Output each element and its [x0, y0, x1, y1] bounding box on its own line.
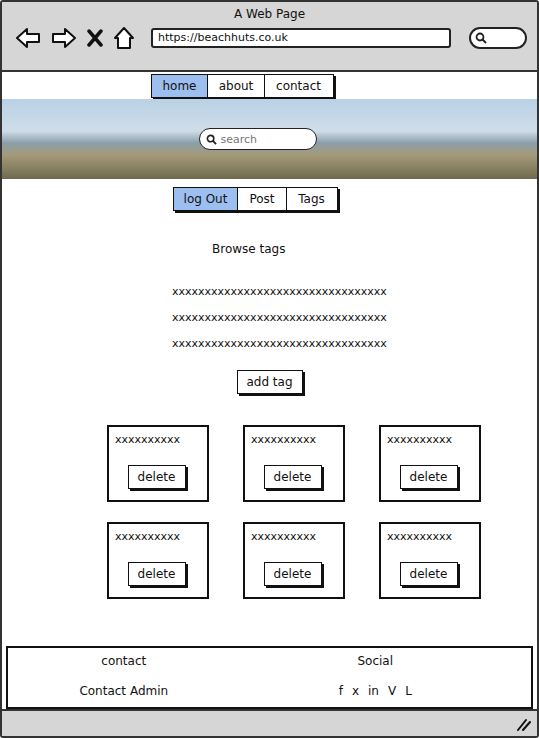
- search-icon: [475, 32, 487, 44]
- action-button[interactable]: log Out: [173, 187, 239, 211]
- search-placeholder: search: [221, 133, 258, 146]
- browser-search-field[interactable]: [469, 27, 527, 49]
- tag-name: xxxxxxxxxx: [387, 433, 473, 447]
- tag-grid: xxxxxxxxxxdeletexxxxxxxxxxdeletexxxxxxxx…: [107, 425, 537, 599]
- footer-heading: contact: [101, 653, 146, 669]
- nav-tab[interactable]: home: [151, 74, 209, 98]
- tag-name: xxxxxxxxxx: [115, 433, 201, 447]
- browser-window: A Web Page https://beachhuts.co.uk homeabo…: [0, 0, 539, 738]
- page-content: homeaboutcontact search log OutPostTags Bro…: [2, 72, 537, 646]
- tag-name: xxxxxxxxxx: [251, 433, 337, 447]
- delete-button[interactable]: delete: [128, 465, 186, 489]
- tag-text-line: xxxxxxxxxxxxxxxxxxxxxxxxxxxxxxxxx: [172, 310, 537, 326]
- nav-tab[interactable]: contact: [264, 74, 334, 98]
- window-title: A Web Page: [2, 2, 537, 22]
- footer: contact Contact Admin Socialfxin VL: [6, 646, 533, 709]
- nav-tab[interactable]: about: [207, 74, 265, 98]
- add-tag-row: add tag: [238, 370, 537, 394]
- action-button[interactable]: Tags: [286, 187, 338, 211]
- back-arrow-icon[interactable]: [15, 26, 41, 50]
- nav-tabs: homeaboutcontact: [152, 74, 537, 98]
- tag-card: xxxxxxxxxx delete: [379, 425, 481, 502]
- tag-name: xxxxxxxxxx: [387, 530, 473, 544]
- search-icon: [206, 134, 217, 145]
- tag-card: xxxxxxxxxx delete: [107, 425, 209, 502]
- browse-title: Browse tags: [212, 241, 537, 257]
- delete-button[interactable]: delete: [400, 562, 458, 586]
- add-tag-button[interactable]: add tag: [237, 370, 303, 394]
- tag-name: xxxxxxxxxx: [115, 530, 201, 544]
- tag-card: xxxxxxxxxx delete: [107, 522, 209, 599]
- delete-button[interactable]: delete: [400, 465, 458, 489]
- footer-link[interactable]: Contact Admin: [79, 683, 168, 699]
- footer-link[interactable]: f: [339, 683, 343, 699]
- tag-text-line: xxxxxxxxxxxxxxxxxxxxxxxxxxxxxxxxx: [172, 284, 537, 300]
- delete-button[interactable]: delete: [264, 562, 322, 586]
- resize-grip-icon[interactable]: [515, 717, 531, 731]
- status-bar: [2, 709, 537, 736]
- stop-icon[interactable]: [87, 29, 103, 47]
- footer-link[interactable]: x: [352, 683, 359, 699]
- action-buttons: log OutPostTags: [174, 187, 537, 211]
- tag-card: xxxxxxxxxx delete: [243, 425, 345, 502]
- address-field[interactable]: https://beachhuts.co.uk: [151, 28, 451, 48]
- forward-arrow-icon[interactable]: [51, 26, 77, 50]
- tag-text-line: xxxxxxxxxxxxxxxxxxxxxxxxxxxxxxxxx: [172, 336, 537, 352]
- footer-column: contact Contact Admin: [8, 653, 270, 702]
- tag-card: xxxxxxxxxx delete: [379, 522, 481, 599]
- tag-card: xxxxxxxxxx delete: [243, 522, 345, 599]
- home-icon[interactable]: [113, 26, 135, 50]
- delete-button[interactable]: delete: [264, 465, 322, 489]
- footer-column: Socialfxin VL: [270, 653, 532, 702]
- tag-name: xxxxxxxxxx: [251, 530, 337, 544]
- banner-image: search: [2, 99, 537, 179]
- footer-link[interactable]: L: [405, 683, 412, 699]
- toolbar-row: https://beachhuts.co.uk: [2, 22, 537, 50]
- action-button[interactable]: Post: [237, 187, 287, 211]
- footer-link[interactable]: in: [368, 683, 379, 699]
- footer-items: fxin VL: [339, 683, 412, 699]
- footer-link[interactable]: V: [388, 683, 396, 699]
- banner-search-field[interactable]: search: [199, 128, 317, 150]
- delete-button[interactable]: delete: [128, 562, 186, 586]
- footer-heading: Social: [357, 653, 393, 669]
- tag-text-lines: xxxxxxxxxxxxxxxxxxxxxxxxxxxxxxxxx xxxxxxx…: [172, 284, 537, 352]
- footer-items: Contact Admin: [79, 683, 168, 699]
- browser-toolbar: A Web Page https://beachhuts.co.uk: [2, 2, 537, 72]
